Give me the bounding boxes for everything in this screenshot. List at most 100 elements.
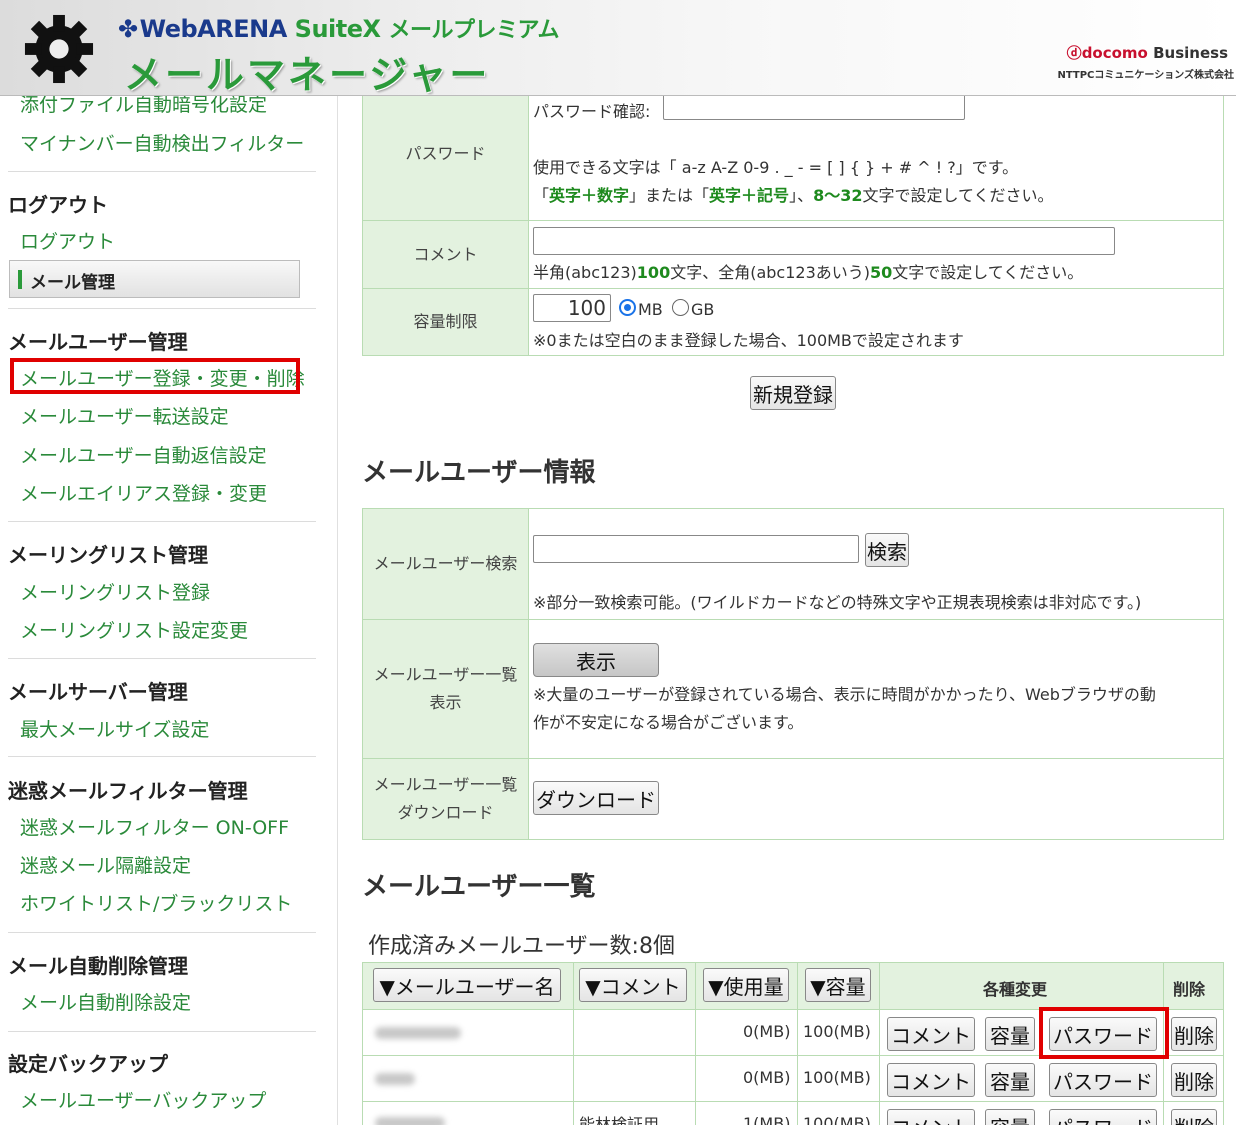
comment-input[interactable] (533, 227, 1115, 255)
gear-icon (24, 14, 94, 84)
sidebar-link-ml-register[interactable]: メーリングリスト登録 (20, 578, 210, 605)
docomo-mark-icon: ⓓ (1066, 44, 1082, 62)
row-quota: 100(MB) (803, 1114, 871, 1125)
unit-gb-label: GB (691, 300, 715, 319)
active-indicator (18, 270, 22, 289)
show-note-line2: 作が不安定になる場合がございます。 (533, 713, 804, 732)
row-delete-button[interactable]: 削除 (1171, 1017, 1217, 1051)
user-list-title: メールユーザー一覧 (362, 872, 596, 902)
password-confirm-label: パスワード確認: (533, 102, 651, 121)
comment-label: コメント (363, 221, 529, 288)
sidebar-link-logout[interactable]: ログアウト (20, 227, 115, 254)
sidebar-link-user-backup[interactable]: メールユーザーバックアップ (20, 1086, 266, 1113)
search-button[interactable]: 検索 (865, 533, 909, 567)
password-confirm-input[interactable] (663, 96, 965, 120)
search-input[interactable] (533, 535, 859, 563)
highlight-box (10, 358, 300, 394)
user-count: 作成済みメールユーザー数:8個 (368, 934, 675, 959)
register-button[interactable]: 新規登録 (750, 376, 836, 410)
row-quota: 100(MB) (803, 1022, 871, 1041)
sort-usage-button[interactable]: ▼使用量 (703, 968, 789, 1002)
column-changes-header: 各種変更 (983, 980, 1048, 999)
user-info-title: メールユーザー情報 (362, 458, 596, 488)
sidebar-link-ml-settings[interactable]: メーリングリスト設定変更 (20, 616, 248, 643)
app-title: メールマネージャー (124, 53, 491, 96)
row-quota-button[interactable]: 容量 (985, 1109, 1035, 1125)
divider (8, 658, 316, 659)
row-quota-button[interactable]: 容量 (985, 1063, 1035, 1097)
password-chars-note: 使用できる文字は「 a-z A-Z 0-9 . _ - = [ ] { } + … (533, 158, 1019, 177)
password-rule-note: 「英字＋数字」または「英字＋記号」、8～32文字で設定してください。 (533, 186, 1054, 205)
unit-mb-label: MB (638, 300, 663, 319)
sidebar-active-label: メール管理 (30, 273, 115, 293)
quota-note: ※0または空白のまま登録した場合、100MBで設定されます (533, 331, 964, 350)
row-comment: 能林検証用 (579, 1115, 660, 1125)
row-usage: 0(MB) (743, 1022, 791, 1041)
user-info-table: メールユーザー検索 検索 ※部分一致検索可能。(ワイルドカードなどの特殊文字や正… (362, 508, 1224, 840)
show-note-line1: ※大量のユーザーが登録されている場合、表示に時間がかかったり、Webブラウザの動 (533, 685, 1156, 704)
sidebar-link-mynumber-filter[interactable]: マイナンバー自動検出フィルター (20, 129, 304, 156)
row-comment-button[interactable]: コメント (887, 1063, 975, 1097)
sort-quota-button[interactable]: ▼容量 (805, 968, 871, 1002)
sidebar-link-user-forward[interactable]: メールユーザー転送設定 (20, 402, 229, 429)
sidebar-heading-autodelete: メール自動削除管理 (8, 954, 188, 978)
row-delete-button[interactable]: 削除 (1171, 1109, 1217, 1125)
sort-comment-button[interactable]: ▼コメント (579, 968, 687, 1002)
provider-company: NTTPCコミュニケーションズ株式会社 (1057, 70, 1234, 81)
divider (8, 1031, 316, 1032)
divider (8, 521, 316, 522)
redacted-username (375, 1027, 461, 1039)
divider (8, 171, 316, 172)
sidebar-link-attach-encrypt[interactable]: 添付ファイル自動暗号化設定 (20, 96, 267, 117)
list-display-label: メールユーザー一覧表示 (363, 620, 529, 758)
sidebar-link-alias[interactable]: メールエイリアス登録・変更 (20, 479, 267, 506)
row-usage: 1(MB) (743, 1114, 791, 1125)
quota-label: 容量制限 (363, 289, 529, 355)
provider-logo: ⓓdocomo Business (1066, 44, 1228, 62)
app-header: ✤WebARENA SuiteX メールプレミアム メールマネージャー ⓓdoco… (0, 0, 1236, 96)
row-comment-button[interactable]: コメント (887, 1109, 975, 1125)
sidebar-heading-user-management: メールユーザー管理 (8, 330, 188, 354)
password-label: パスワード (363, 96, 529, 220)
search-note: ※部分一致検索可能。(ワイルドカードなどの特殊文字や正規表現検索は非対応です。) (533, 593, 1142, 612)
row-comment-button[interactable]: コメント (887, 1017, 975, 1051)
sidebar-link-whitelist[interactable]: ホワイトリスト/ブラックリスト (20, 889, 292, 916)
redacted-username (375, 1073, 415, 1085)
brand-logo: ✤WebARENA SuiteX メールプレミアム (118, 15, 559, 43)
download-button[interactable]: ダウンロード (533, 781, 659, 815)
row-quota: 100(MB) (803, 1068, 871, 1087)
sidebar-link-max-size[interactable]: 最大メールサイズ設定 (20, 715, 209, 742)
row-password-button[interactable]: パスワード (1049, 1063, 1157, 1097)
row-password-button[interactable]: パスワード (1049, 1109, 1157, 1125)
sidebar-heading-logout: ログアウト (8, 193, 108, 217)
divider (8, 756, 316, 757)
row-quota-button[interactable]: 容量 (985, 1017, 1035, 1051)
comment-note: 半角(abc123)100文字、全角(abc123あいう)50文字で設定してくだ… (533, 263, 1084, 282)
sidebar-heading-server: メールサーバー管理 (8, 680, 188, 704)
sidebar: 添付ファイル自動暗号化設定 マイナンバー自動検出フィルター ログアウト ログアウ… (0, 96, 338, 1125)
sidebar-link-spam-quarantine[interactable]: 迷惑メール隔離設定 (20, 851, 191, 878)
user-list-table: ▼メールユーザー名 ▼コメント ▼使用量 ▼容量 各種変更 削除 0(MB) 1… (362, 962, 1224, 1125)
quota-input[interactable]: 100 (533, 294, 611, 322)
unit-mb-radio[interactable] (619, 299, 636, 316)
register-form-table: パスワード パスワード確認: 使用できる文字は「 a-z A-Z 0-9 . _… (362, 96, 1224, 356)
sidebar-link-autodelete[interactable]: メール自動削除設定 (20, 988, 191, 1015)
column-delete-header: 削除 (1173, 980, 1206, 999)
sidebar-heading-spam: 迷惑メールフィルター管理 (8, 779, 248, 803)
sidebar-link-spam-onoff[interactable]: 迷惑メールフィルター ON-OFF (20, 813, 289, 840)
search-label: メールユーザー検索 (363, 509, 529, 619)
sidebar-heading-mailing-list: メーリングリスト管理 (8, 543, 208, 567)
bird-logo-icon: ✤ (118, 15, 138, 43)
download-label: メールユーザー一覧ダウンロード (363, 759, 529, 839)
row-delete-button[interactable]: 削除 (1171, 1063, 1217, 1097)
unit-gb-radio[interactable] (672, 299, 689, 316)
sort-username-button[interactable]: ▼メールユーザー名 (373, 968, 561, 1002)
divider (8, 308, 316, 309)
divider (8, 932, 316, 933)
sidebar-active-mail-management[interactable]: メール管理 (9, 260, 300, 298)
sidebar-heading-backup: 設定バックアップ (8, 1052, 168, 1076)
redacted-username (375, 1117, 445, 1125)
show-button[interactable]: 表示 (533, 643, 659, 677)
row-usage: 0(MB) (743, 1068, 791, 1087)
sidebar-link-user-autoreply[interactable]: メールユーザー自動返信設定 (20, 441, 267, 468)
